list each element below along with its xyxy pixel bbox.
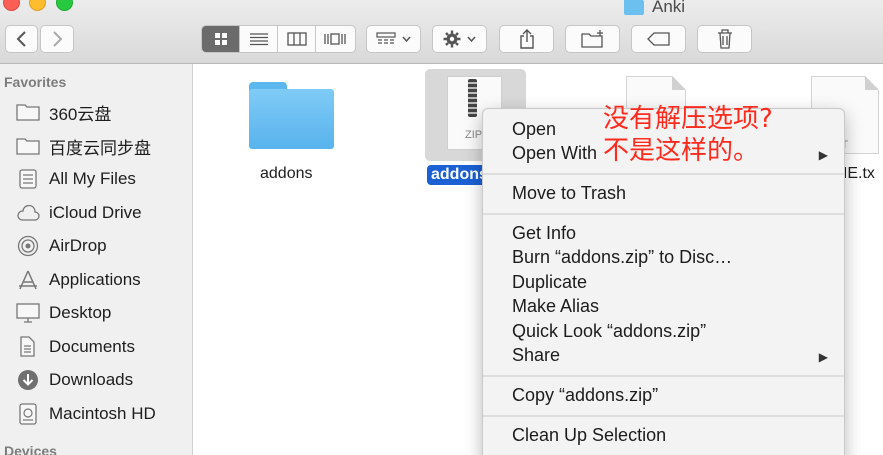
- window-title: Anki: [624, 0, 685, 17]
- menu-item-clean-up-selection[interactable]: Clean Up Selection: [512, 425, 666, 446]
- arrange-button[interactable]: [366, 25, 421, 53]
- icon-view-icon: [214, 33, 227, 45]
- tags-button[interactable]: [631, 25, 686, 53]
- all-files-icon: [19, 169, 37, 189]
- cloud-icon: [17, 205, 40, 221]
- sidebar-item-applications[interactable]: Applications: [15, 267, 190, 293]
- window-title-text: Anki: [652, 0, 686, 16]
- trash-icon: [717, 29, 732, 49]
- folder-name-label: addons: [260, 165, 313, 182]
- delete-button[interactable]: [697, 25, 752, 53]
- menu-item-duplicate[interactable]: Duplicate: [512, 272, 587, 293]
- column-view-icon: [286, 32, 307, 46]
- sidebar-item-label: 360云盘: [49, 104, 112, 124]
- chevron-down-icon: [402, 36, 411, 42]
- applications-icon: [19, 270, 37, 290]
- sidebar-item-documents[interactable]: Documents: [15, 334, 190, 360]
- list-view-icon: [249, 33, 268, 46]
- menu-item-quick-look[interactable]: Quick Look “addons.zip”: [512, 321, 706, 342]
- menu-item-copy[interactable]: Copy “addons.zip”: [512, 385, 658, 406]
- window-toolbar: Anki: [0, 0, 883, 64]
- sidebar-item-baiduyun[interactable]: 百度云同步盘: [15, 133, 190, 159]
- harddisk-icon: [19, 403, 37, 425]
- forward-button[interactable]: [40, 25, 74, 53]
- list-view-button[interactable]: [240, 26, 278, 52]
- sidebar-item-all-my-files[interactable]: All My Files: [15, 166, 190, 192]
- gear-icon: [443, 30, 461, 48]
- sidebar-item-label: Applications: [49, 270, 141, 289]
- zip-archive-icon: [468, 79, 477, 117]
- zoom-window-button[interactable]: [56, 0, 73, 11]
- tag-icon: [646, 32, 670, 46]
- sidebar-item-downloads[interactable]: Downloads: [15, 367, 190, 393]
- annotation-line-2: 不是这样的。: [603, 136, 760, 166]
- sidebar-item-label: AirDrop: [49, 236, 107, 255]
- chevron-down-icon: [467, 36, 476, 42]
- annotation-line-1: 没有解压选项?: [603, 104, 773, 134]
- sidebar-item-label: All My Files: [49, 169, 136, 188]
- folder-icon: [624, 0, 644, 15]
- folder-icon: [16, 138, 40, 155]
- sidebar-item-360yunpan[interactable]: 360云盘: [15, 99, 190, 125]
- devices-heading: Devices: [4, 443, 57, 455]
- new-folder-icon: [580, 30, 603, 48]
- icon-view-button[interactable]: [202, 26, 240, 52]
- favorites-heading: Favorites: [4, 74, 67, 90]
- sidebar: Favorites 360云盘 百度云同步盘 All My Files iClo…: [0, 64, 193, 455]
- close-window-button[interactable]: [3, 0, 20, 11]
- arrange-icon: [376, 32, 396, 44]
- sidebar-item-label: 百度云同步盘: [49, 138, 151, 158]
- sidebar-item-label: Downloads: [49, 370, 134, 389]
- menu-item-open-with[interactable]: Open With: [512, 143, 597, 164]
- coverflow-view-button[interactable]: [316, 26, 354, 52]
- view-mode-segmented: [201, 25, 356, 53]
- sidebar-item-label: Desktop: [49, 303, 112, 322]
- sidebar-item-airdrop[interactable]: AirDrop: [15, 233, 190, 259]
- minimize-window-button[interactable]: [29, 0, 46, 11]
- chevron-left-icon: [16, 31, 26, 47]
- sidebar-item-icloud-drive[interactable]: iCloud Drive: [15, 200, 190, 226]
- menu-separator: [483, 415, 844, 417]
- menu-item-burn-to-disc[interactable]: Burn “addons.zip” to Disc…: [512, 247, 732, 268]
- new-folder-button[interactable]: [565, 25, 620, 53]
- sidebar-item-label: Macintosh HD: [49, 404, 156, 423]
- airdrop-icon: [17, 235, 39, 257]
- folder-icon: [16, 104, 40, 121]
- sidebar-item-desktop[interactable]: Desktop: [15, 300, 190, 326]
- sidebar-item-macintosh-hd[interactable]: Macintosh HD: [15, 401, 190, 427]
- document-icon: [672, 76, 686, 90]
- sidebar-item-label: iCloud Drive: [49, 203, 142, 222]
- zip-badge: ZIP: [465, 129, 483, 141]
- menu-item-make-alias[interactable]: Make Alias: [512, 296, 599, 317]
- column-view-button[interactable]: [278, 26, 316, 52]
- document-icon: [865, 76, 879, 90]
- action-button[interactable]: [432, 25, 487, 53]
- menu-item-move-to-trash[interactable]: Move to Trash: [512, 183, 626, 204]
- menu-item-get-info[interactable]: Get Info: [512, 223, 576, 244]
- sidebar-item-label: Documents: [49, 337, 135, 356]
- documents-icon: [20, 336, 35, 357]
- chevron-right-icon: [53, 31, 63, 47]
- downloads-icon: [18, 370, 38, 390]
- menu-item-share[interactable]: Share: [512, 345, 560, 366]
- desktop-icon: [16, 303, 40, 323]
- menu-separator: [483, 375, 844, 377]
- addons-folder-item[interactable]: [249, 82, 334, 150]
- back-button[interactable]: [5, 25, 38, 53]
- coverflow-view-icon: [324, 33, 346, 45]
- menu-separator: [483, 213, 844, 215]
- share-button[interactable]: [499, 25, 554, 53]
- share-icon: [519, 29, 534, 49]
- red-annotation-text: 没有解压选项? 不是这样的。: [603, 103, 843, 167]
- menu-separator: [483, 173, 844, 175]
- menu-item-open[interactable]: Open: [512, 119, 556, 140]
- submenu-arrow-icon: ▶: [818, 350, 828, 364]
